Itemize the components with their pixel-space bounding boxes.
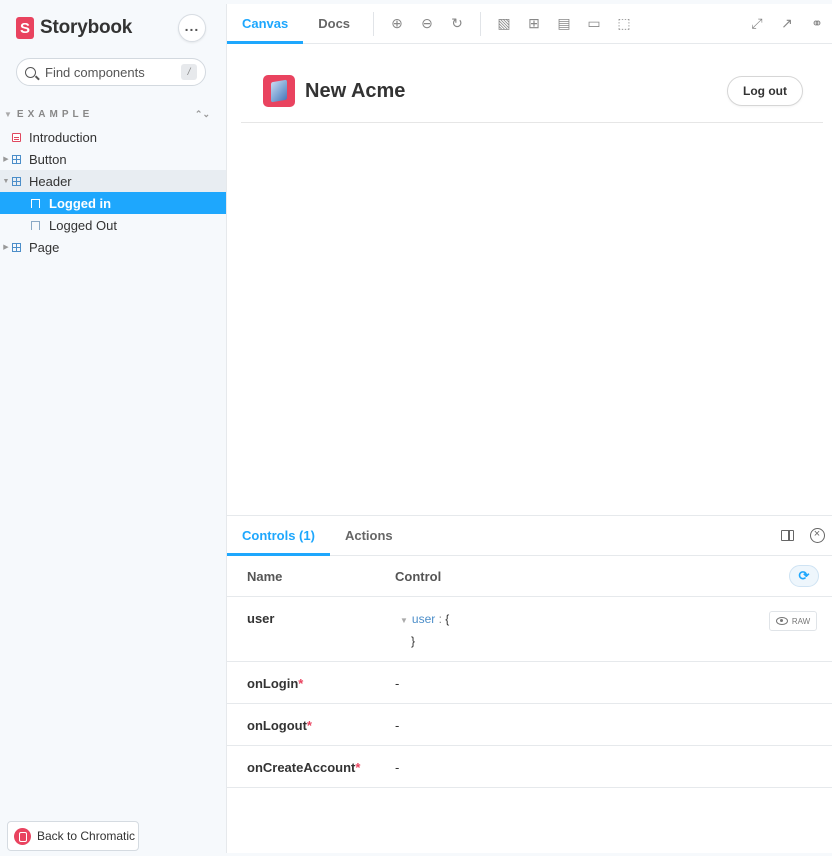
acme-header: New Acme Log out xyxy=(241,44,823,123)
required-marker: * xyxy=(298,676,304,691)
json-close-brace: } xyxy=(411,634,416,648)
sidebar-item-label: Button xyxy=(29,151,67,167)
table-row: user ▼ user : { } RAW xyxy=(227,597,832,662)
main-panel: Canvas Docs ⊕ ⊖ ↻ ▧ ⊞ ▤ ▭ ⬚ ⤢ ↗ ⚭ New Ac… xyxy=(226,4,832,853)
tab-docs[interactable]: Docs xyxy=(303,4,365,43)
caret-down-icon[interactable]: ▼ xyxy=(400,616,408,625)
document-icon xyxy=(12,132,21,142)
panel-orientation-button[interactable] xyxy=(772,530,802,541)
toolbar-divider xyxy=(480,11,482,36)
back-to-chromatic-button[interactable]: Back to Chromatic xyxy=(7,821,139,851)
search-box[interactable]: / xyxy=(16,58,206,86)
settings-menu-button[interactable]: ... xyxy=(178,14,206,42)
required-marker: * xyxy=(355,760,361,775)
sidebar-item-logged-in[interactable]: Logged in xyxy=(0,192,226,214)
prop-value: - xyxy=(395,760,400,775)
raw-toggle-button[interactable]: RAW xyxy=(769,611,817,631)
close-icon: × xyxy=(809,528,825,543)
section-title: EXAMPLE xyxy=(16,108,94,120)
sidebar-section-example[interactable]: ▼ EXAMPLE ⌃⌄ xyxy=(4,106,210,122)
storybook-brand[interactable]: S Storybook xyxy=(16,16,132,40)
zoom-out-icon[interactable]: ⊖ xyxy=(412,4,442,43)
prop-name: onLogin xyxy=(247,676,299,691)
zoom-in-icon[interactable]: ⊕ xyxy=(382,4,412,43)
sidebar-item-label: Introduction xyxy=(29,129,97,145)
controls-table-header: Name Control ⟳ xyxy=(227,556,832,597)
required-marker: * xyxy=(306,718,312,733)
sidebar-item-label: Logged in xyxy=(49,195,112,211)
reset-controls-button[interactable]: ⟳ xyxy=(789,565,819,587)
prop-name: onLogout xyxy=(247,718,307,733)
sidebar-item-header[interactable]: ▼ Header xyxy=(0,170,226,192)
search-input[interactable] xyxy=(45,64,175,80)
fullscreen-icon[interactable]: ⤢ xyxy=(742,4,772,43)
background-icon[interactable]: ▧ xyxy=(489,4,519,43)
sidebar-layout-icon xyxy=(780,530,794,541)
chromatic-logo-icon xyxy=(14,827,31,845)
grid-icon[interactable]: ⊞ xyxy=(519,4,549,43)
brand-name: Storybook xyxy=(40,17,133,38)
caret-right-icon: ▶ xyxy=(3,156,9,163)
toolbar: Canvas Docs ⊕ ⊖ ↻ ▧ ⊞ ▤ ▭ ⬚ ⤢ ↗ ⚭ xyxy=(227,4,832,44)
outline-icon[interactable]: ⬚ xyxy=(609,4,639,43)
tab-actions[interactable]: Actions xyxy=(330,516,408,555)
ellipsis-icon: ... xyxy=(184,17,200,34)
refresh-icon: ⟳ xyxy=(798,568,810,583)
close-panel-button[interactable]: × xyxy=(802,528,832,543)
sidebar-item-introduction[interactable]: Introduction xyxy=(0,126,226,148)
story-tree: Introduction ▶ Button ▼ Header Logged in… xyxy=(0,126,226,258)
search-icon xyxy=(25,66,36,78)
tab-canvas[interactable]: Canvas xyxy=(227,4,304,44)
prop-value: - xyxy=(395,676,400,691)
story-canvas: New Acme Log out xyxy=(227,44,832,515)
bookmark-icon xyxy=(31,198,40,209)
sidebar-item-label: Logged Out xyxy=(49,217,117,233)
back-to-chromatic-label: Back to Chromatic xyxy=(37,829,136,843)
storybook-logo-icon: S xyxy=(16,17,34,39)
sidebar-item-label: Page xyxy=(29,239,60,255)
copy-link-icon[interactable]: ⚭ xyxy=(802,4,832,43)
json-key[interactable]: user xyxy=(412,612,435,626)
caret-down-icon: ▼ xyxy=(4,109,12,119)
table-row: onLogout* - xyxy=(227,704,832,746)
sidebar-item-logged-out[interactable]: Logged Out xyxy=(0,214,226,236)
eye-icon xyxy=(775,617,788,625)
prop-name: onCreateAccount xyxy=(247,760,356,775)
caret-down-icon: ▼ xyxy=(2,177,10,185)
table-row: onLogin* - xyxy=(227,662,832,704)
tab-controls[interactable]: Controls (1) xyxy=(227,516,330,556)
viewport-icon[interactable]: ▤ xyxy=(549,4,579,43)
bookmark-icon xyxy=(31,220,40,231)
column-name-header: Name xyxy=(247,568,283,584)
toolbar-divider xyxy=(373,11,375,36)
prop-value: - xyxy=(395,718,400,733)
sidebar-item-page[interactable]: ▶ Page xyxy=(0,236,226,258)
raw-label: RAW xyxy=(791,616,811,626)
measure-icon[interactable]: ▭ xyxy=(579,4,609,43)
component-icon xyxy=(12,176,21,186)
logout-button[interactable]: Log out xyxy=(727,76,803,106)
expand-collapse-icon[interactable]: ⌃⌄ xyxy=(195,109,210,120)
sidebar: S Storybook ... / ▼ EXAMPLE ⌃⌄ Introduct… xyxy=(0,0,226,856)
addon-tabs: Controls (1) Actions × xyxy=(227,516,832,556)
search-shortcut-badge: / xyxy=(181,64,197,80)
prop-name: user xyxy=(247,611,275,626)
acme-logo-icon xyxy=(263,75,295,107)
object-editor[interactable]: ▼ user : { xyxy=(400,612,449,626)
caret-right-icon: ▶ xyxy=(3,244,9,251)
column-control-header: Control xyxy=(395,568,442,584)
sidebar-item-button[interactable]: ▶ Button xyxy=(0,148,226,170)
zoom-reset-icon[interactable]: ↻ xyxy=(442,4,472,43)
acme-title: New Acme xyxy=(305,80,406,102)
component-icon xyxy=(12,154,21,164)
open-new-tab-icon[interactable]: ↗ xyxy=(772,4,802,43)
sidebar-item-label: Header xyxy=(29,173,72,189)
addons-panel: Controls (1) Actions × Name Control ⟳ us… xyxy=(227,515,832,853)
table-row: onCreateAccount* - xyxy=(227,746,832,788)
component-icon xyxy=(12,242,21,252)
